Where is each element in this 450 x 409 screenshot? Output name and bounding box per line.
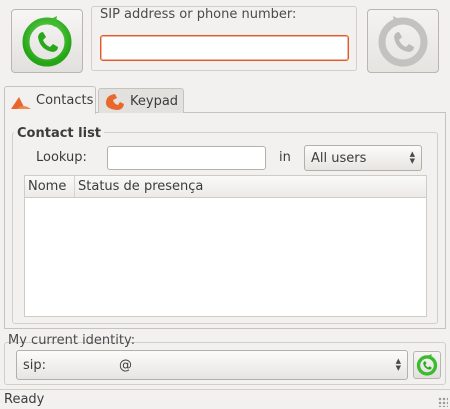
tab-keypad-label: Keypad — [130, 93, 179, 109]
lookup-input[interactable] — [107, 146, 266, 170]
lookup-label: Lookup: — [36, 150, 87, 165]
column-header-name[interactable]: Nome — [25, 176, 75, 197]
tab-contacts-label: Contacts — [36, 93, 94, 108]
status-text: Ready — [4, 392, 45, 407]
identity-label: My current identity: — [8, 333, 136, 348]
user-filter-value: All users — [311, 150, 367, 166]
resize-grip-icon[interactable] — [438, 397, 448, 407]
contacts-icon — [11, 96, 31, 109]
identity-prefix: sip: — [23, 357, 47, 373]
tab-contacts[interactable]: Contacts — [4, 86, 96, 114]
call-icon — [22, 16, 72, 67]
tab-keypad[interactable]: Keypad — [98, 88, 184, 113]
call-button[interactable] — [11, 9, 83, 73]
identity-select[interactable]: sip: @ ▲ ▼ — [16, 350, 408, 380]
in-label: in — [279, 150, 291, 165]
sip-address-input[interactable] — [100, 35, 349, 61]
status-bar: Ready — [0, 389, 450, 409]
hangup-icon — [378, 16, 428, 67]
hangup-button[interactable] — [367, 9, 439, 73]
keypad-icon — [106, 94, 124, 110]
sip-address-label: SIP address or phone number: — [96, 7, 301, 25]
column-header-presence[interactable]: Status de presença — [75, 176, 315, 197]
contact-list-title: Contact list — [14, 126, 105, 141]
contact-table-header: Nome Status de presença — [24, 175, 427, 198]
updown-arrows-icon: ▲ ▼ — [395, 357, 401, 372]
updown-arrows-icon: ▲ ▼ — [409, 150, 415, 165]
user-filter-select[interactable]: All users ▲ ▼ — [304, 145, 422, 171]
call-icon — [416, 354, 438, 376]
identity-at: @ — [119, 357, 132, 373]
identity-call-button[interactable] — [413, 351, 441, 379]
